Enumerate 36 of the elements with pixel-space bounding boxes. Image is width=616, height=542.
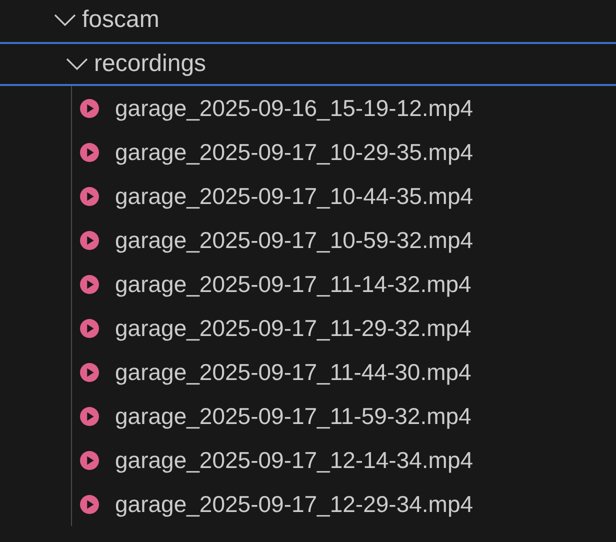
file-row[interactable]: garage_2025-09-17_12-29-34.mp4 xyxy=(0,482,616,526)
play-icon xyxy=(80,494,99,514)
file-name: garage_2025-09-17_10-59-32.mp4 xyxy=(115,228,474,252)
play-icon xyxy=(80,362,99,382)
chevron-down-icon[interactable] xyxy=(54,14,76,26)
play-icon xyxy=(80,406,99,426)
file-row[interactable]: garage_2025-09-17_10-44-35.mp4 xyxy=(0,174,616,218)
file-name: garage_2025-09-17_11-14-32.mp4 xyxy=(115,272,472,296)
file-name: garage_2025-09-17_11-29-32.mp4 xyxy=(115,316,472,340)
play-icon xyxy=(80,318,99,338)
play-icon xyxy=(80,450,99,470)
file-row[interactable]: garage_2025-09-17_10-59-32.mp4 xyxy=(0,218,616,262)
file-name: garage_2025-09-17_10-29-35.mp4 xyxy=(115,140,474,164)
file-row[interactable]: garage_2025-09-17_11-29-32.mp4 xyxy=(0,306,616,350)
file-row[interactable]: garage_2025-09-17_10-29-35.mp4 xyxy=(0,130,616,174)
chevron-down-icon[interactable] xyxy=(66,58,88,70)
file-name: garage_2025-09-16_15-19-12.mp4 xyxy=(115,96,474,120)
file-name: garage_2025-09-17_11-44-30.mp4 xyxy=(115,360,472,384)
folder-row[interactable]: recordings xyxy=(0,42,616,86)
file-row[interactable]: garage_2025-09-17_11-59-32.mp4 xyxy=(0,394,616,438)
file-name: garage_2025-09-17_11-59-32.mp4 xyxy=(115,404,472,428)
file-row[interactable]: garage_2025-09-17_11-44-30.mp4 xyxy=(0,350,616,394)
file-row[interactable]: garage_2025-09-17_11-14-32.mp4 xyxy=(0,262,616,306)
file-row[interactable]: garage_2025-09-17_12-14-34.mp4 xyxy=(0,438,616,482)
folder-name: foscam xyxy=(82,8,160,32)
play-icon xyxy=(80,230,99,250)
play-icon xyxy=(80,186,99,206)
file-row[interactable]: garage_2025-09-16_15-19-12.mp4 xyxy=(0,86,616,130)
folder-row[interactable]: foscam xyxy=(0,0,616,42)
play-icon xyxy=(80,274,99,294)
file-name: garage_2025-09-17_12-14-34.mp4 xyxy=(115,448,474,472)
play-icon xyxy=(80,98,99,118)
file-name: garage_2025-09-17_10-44-35.mp4 xyxy=(115,184,474,208)
folder-name: recordings xyxy=(94,52,206,76)
play-icon xyxy=(80,142,99,162)
file-name: garage_2025-09-17_12-29-34.mp4 xyxy=(115,492,474,516)
